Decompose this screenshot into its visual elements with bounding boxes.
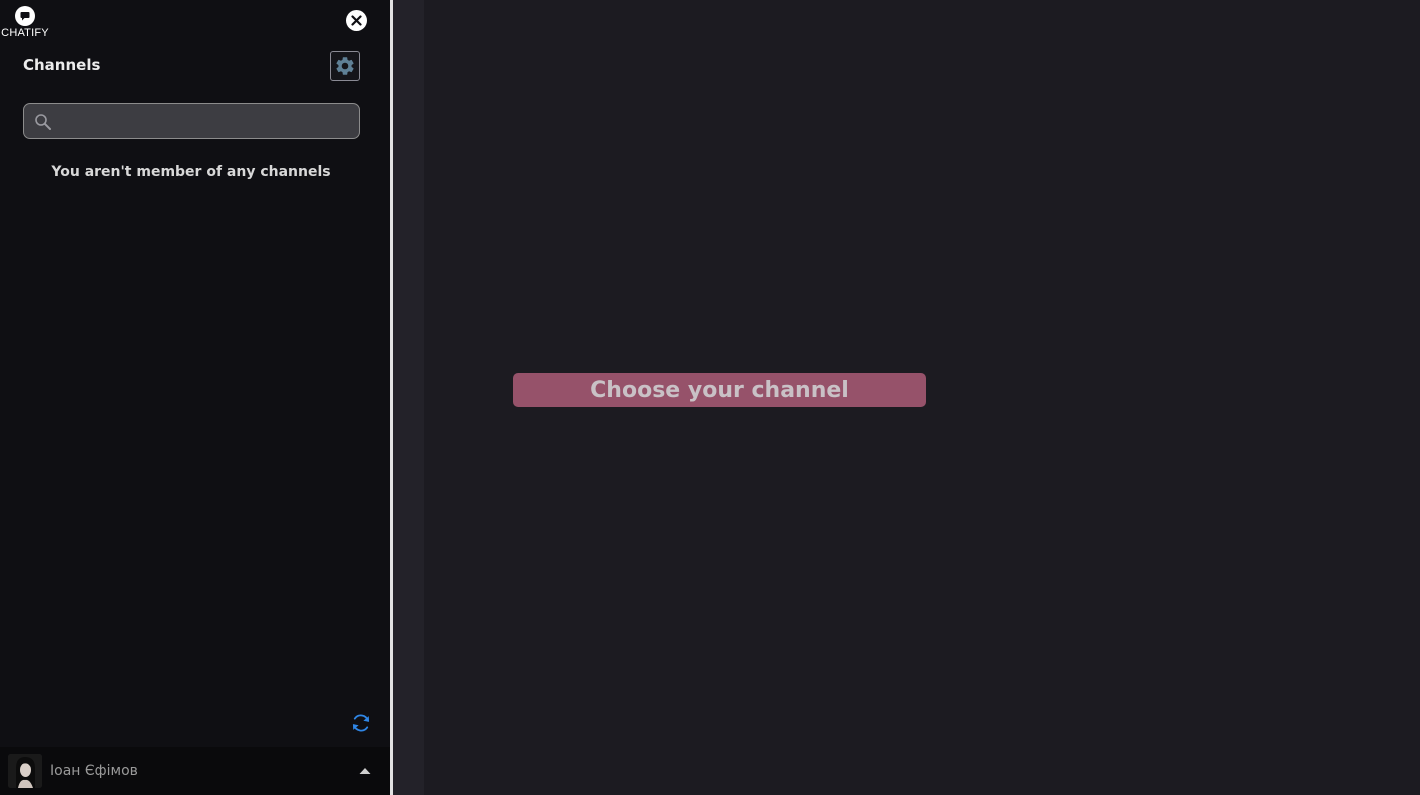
channels-title: Channels [23, 56, 101, 74]
refresh-icon [350, 712, 372, 734]
empty-channels-message: You aren't member of any channels [51, 164, 331, 180]
chat-bubble-icon [15, 6, 35, 26]
user-name: Іоан Єфімов [50, 763, 138, 779]
main-rail [393, 0, 424, 795]
close-sidebar-button[interactable] [346, 10, 367, 31]
user-bar: Іоан Єфімов [0, 747, 390, 795]
app-logo-text: CHATIFY [1, 27, 49, 39]
choose-channel-button[interactable]: Choose your channel [513, 373, 926, 407]
search-input[interactable] [60, 104, 352, 138]
close-icon [351, 15, 362, 26]
search-icon [34, 113, 52, 131]
sidebar: CHATIFY Channels You aren't member of an… [0, 0, 390, 795]
user-menu-toggle[interactable] [357, 765, 373, 777]
gear-icon [334, 55, 356, 77]
app-window: CHATIFY Channels You aren't member of an… [0, 0, 1420, 795]
main-content: Choose your channel [424, 0, 1420, 795]
avatar[interactable] [8, 754, 42, 788]
app-logo[interactable]: CHATIFY [0, 6, 50, 42]
channel-settings-button[interactable] [330, 51, 360, 81]
caret-up-icon [357, 765, 373, 777]
refresh-button[interactable] [350, 712, 372, 734]
channel-search [23, 103, 360, 139]
